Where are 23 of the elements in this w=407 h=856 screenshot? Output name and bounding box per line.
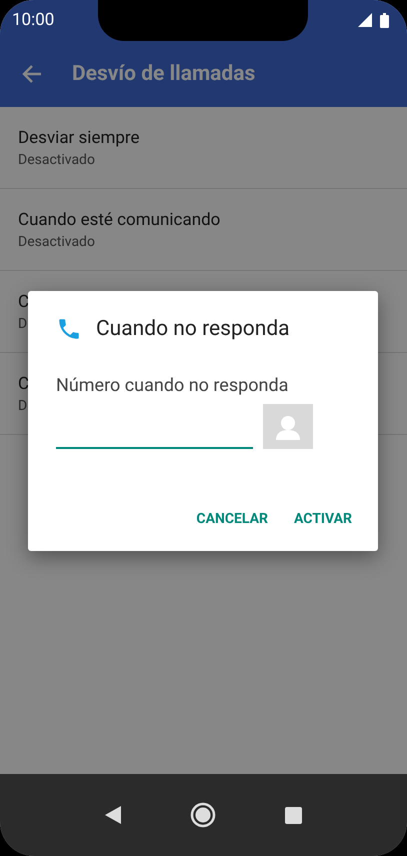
dialog-button[interactable]: CANCELAR bbox=[196, 507, 268, 531]
setting-title: Desviar siempre bbox=[18, 128, 140, 148]
back-arrow-icon[interactable] bbox=[22, 64, 42, 82]
signal-icon bbox=[358, 13, 372, 27]
battery-icon bbox=[380, 12, 389, 28]
screen-title: Desvío de llamadas bbox=[72, 62, 256, 86]
setting-status: Desactivado bbox=[18, 152, 95, 168]
person-icon bbox=[275, 414, 301, 440]
field-label: Número cuando no responda bbox=[56, 375, 290, 396]
setting-title: C bbox=[18, 292, 30, 312]
dialog-title: Cuando no responda bbox=[96, 317, 290, 341]
dialog-button[interactable]: ACTIVAR bbox=[294, 507, 352, 531]
setting-status: Desactivado bbox=[18, 234, 95, 250]
setting-status: D bbox=[18, 398, 28, 414]
recents-icon[interactable] bbox=[285, 806, 302, 824]
status-time: 10:00 bbox=[12, 10, 54, 30]
setting-title: Cuando esté comunicando bbox=[18, 210, 220, 230]
setting-status: D bbox=[18, 316, 28, 332]
setting-row[interactable]: Desviar siempre Desactivado bbox=[0, 107, 407, 189]
back-icon[interactable] bbox=[104, 806, 121, 824]
setting-row[interactable]: Cuando esté comunicando Desactivado bbox=[0, 189, 407, 271]
home-icon[interactable] bbox=[190, 802, 216, 828]
setting-title: C bbox=[18, 374, 30, 394]
